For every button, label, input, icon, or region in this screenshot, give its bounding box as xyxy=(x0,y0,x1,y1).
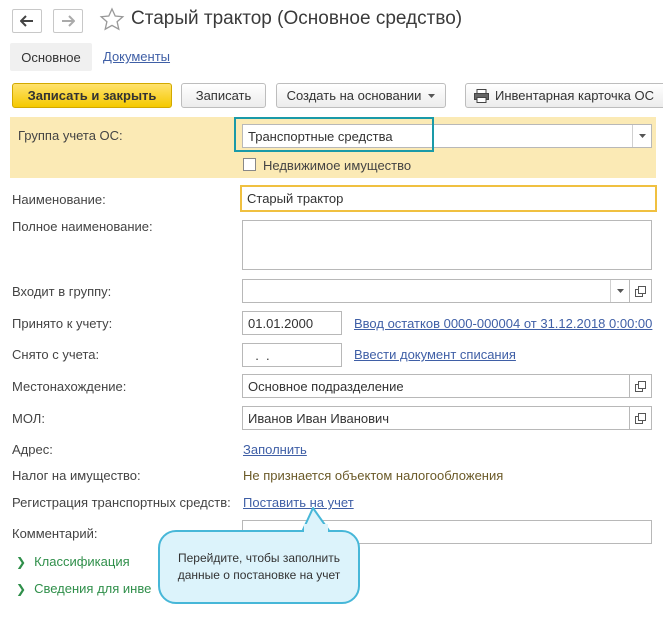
name-input[interactable]: Старый трактор xyxy=(240,185,657,212)
chevron-down-icon xyxy=(638,134,646,138)
reg-label: Регистрация транспортных средств: xyxy=(12,495,231,510)
mol-label: МОЛ: xyxy=(12,411,45,426)
group-label: Группа учета ОС: xyxy=(18,128,123,143)
write-off-link[interactable]: Ввести документ списания xyxy=(354,347,516,362)
open-icon xyxy=(635,380,646,392)
ingroup-open-button[interactable] xyxy=(630,279,652,303)
address-label: Адрес: xyxy=(12,442,53,457)
highlight-frame xyxy=(234,117,434,152)
section-classification[interactable]: ❯ Классификация xyxy=(16,554,130,569)
location-input[interactable]: Основное подразделение xyxy=(242,374,630,398)
forward-button[interactable] xyxy=(53,9,83,33)
realty-checkbox[interactable] xyxy=(243,158,256,171)
tooltip-text: Перейдите, чтобы заполнить данные о пост… xyxy=(177,551,341,582)
tab-documents[interactable]: Документы xyxy=(103,49,170,64)
tab-main[interactable]: Основное xyxy=(10,43,92,71)
tooltip-tail-join xyxy=(304,524,328,532)
dropdown-arrow-icon xyxy=(428,93,436,98)
removed-date-input[interactable]: . . xyxy=(242,343,342,367)
tooltip: Перейдите, чтобы заполнить данные о пост… xyxy=(158,530,360,604)
chevron-down-icon xyxy=(616,289,624,293)
realty-label: Недвижимое имущество xyxy=(263,158,412,173)
tax-value: Не признается объектом налогообложения xyxy=(243,468,504,483)
arrow-right-icon xyxy=(62,15,75,27)
inventory-card-label: Инвентарная карточка ОС xyxy=(495,88,655,103)
ingroup-label: Входит в группу: xyxy=(12,284,112,299)
tax-label: Налог на имущество: xyxy=(12,468,141,483)
group-dropdown-button[interactable] xyxy=(632,125,651,147)
create-based-button[interactable]: Создать на основании xyxy=(276,83,446,108)
create-based-label: Создать на основании xyxy=(286,88,422,103)
tab-main-label: Основное xyxy=(21,49,81,65)
accepted-label: Принято к учету: xyxy=(12,316,113,331)
location-open-button[interactable] xyxy=(630,374,652,398)
fullname-textarea[interactable] xyxy=(242,220,652,270)
mol-input[interactable]: Иванов Иван Иванович xyxy=(242,406,630,430)
section-inventory-label: Сведения для инве xyxy=(34,581,152,596)
removed-label: Снято с учета: xyxy=(12,347,100,362)
mol-open-button[interactable] xyxy=(630,406,652,430)
name-value: Старый трактор xyxy=(247,191,344,206)
address-fill-link[interactable]: Заполнить xyxy=(243,442,307,457)
comment-label: Комментарий: xyxy=(12,526,98,541)
open-icon xyxy=(635,285,646,297)
accepted-date-input[interactable]: 01.01.2000 xyxy=(242,311,342,335)
accepted-doc-link[interactable]: Ввод остатков 0000-000004 от 31.12.2018 … xyxy=(354,316,652,331)
save-button[interactable]: Записать xyxy=(181,83,266,108)
save-close-button[interactable]: Записать и закрыть xyxy=(12,83,172,108)
ingroup-select[interactable] xyxy=(242,279,630,303)
star-icon[interactable] xyxy=(99,7,125,33)
chevron-right-icon: ❯ xyxy=(16,554,27,569)
section-inventory[interactable]: ❯ Сведения для инве xyxy=(16,581,151,596)
ingroup-dropdown-button[interactable] xyxy=(610,280,629,302)
accepted-date-value: 01.01.2000 xyxy=(248,315,314,331)
inventory-card-button[interactable]: Инвентарная карточка ОС xyxy=(465,83,663,108)
chevron-right-icon: ❯ xyxy=(16,581,27,596)
fullname-label: Полное наименование: xyxy=(12,219,153,234)
location-value: Основное подразделение xyxy=(248,378,404,394)
mol-value: Иванов Иван Иванович xyxy=(248,410,390,426)
name-label: Наименование: xyxy=(12,192,106,207)
back-button[interactable] xyxy=(12,9,42,33)
open-icon xyxy=(635,412,646,424)
location-label: Местонахождение: xyxy=(12,379,127,394)
removed-date-value: . . xyxy=(248,347,270,363)
page-title: Старый трактор (Основное средство) xyxy=(131,8,463,29)
printer-icon xyxy=(474,88,489,103)
section-classification-label: Классификация xyxy=(34,554,130,569)
arrow-left-icon xyxy=(20,15,33,27)
